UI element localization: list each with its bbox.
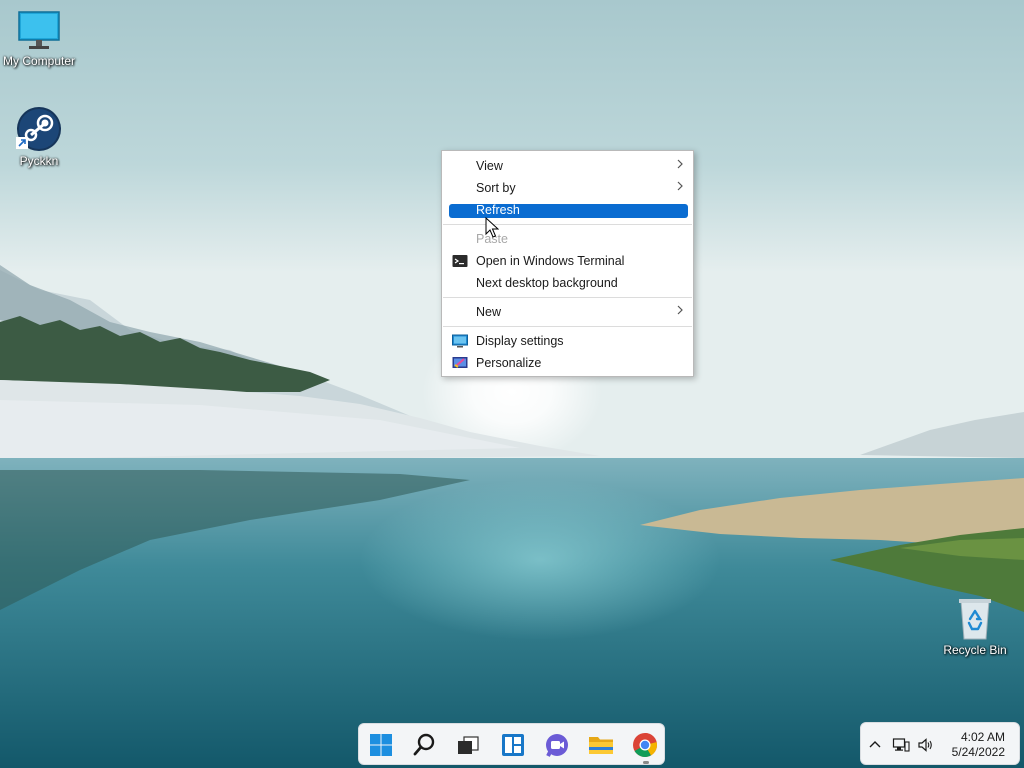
menu-item-next-background[interactable]: Next desktop background: [449, 276, 688, 291]
menu-item-label: Personalize: [476, 356, 542, 370]
chevron-right-icon: [677, 305, 683, 315]
clock-time: 4:02 AM: [960, 730, 1005, 744]
menu-item-new[interactable]: New: [449, 305, 688, 320]
recycle-bin-icon: [959, 599, 991, 640]
menu-item-label: Open in Windows Terminal: [476, 254, 625, 268]
start-icon[interactable]: [368, 732, 394, 758]
volume-icon[interactable]: [917, 736, 935, 754]
desktop-icon-label: Pyckkn: [19, 154, 59, 168]
chrome-icon[interactable]: [632, 732, 658, 758]
menu-item-label: Display settings: [476, 334, 564, 348]
desktop-context-menu: View Sort by Refresh Paste Open in Windo…: [441, 150, 694, 377]
monitor-icon: [18, 11, 60, 49]
search-icon[interactable]: [412, 732, 438, 758]
clock-date: 5/24/2022: [951, 745, 1005, 759]
taskbar: [358, 723, 665, 765]
terminal-icon: [452, 255, 468, 267]
clock[interactable]: 4:02 AM 5/24/2022: [952, 730, 1005, 760]
chevron-right-icon: [677, 159, 683, 169]
chevron-up-icon[interactable]: [866, 736, 884, 754]
menu-separator: [443, 224, 692, 225]
steam-icon: [16, 107, 61, 151]
menu-item-label: Sort by: [476, 181, 516, 195]
running-indicator: [643, 761, 649, 764]
menu-item-sort-by[interactable]: Sort by: [449, 181, 688, 196]
system-tray: 4:02 AM 5/24/2022: [860, 722, 1020, 765]
desktop-icon-label: My Computer: [2, 54, 76, 68]
menu-separator: [443, 297, 692, 298]
chevron-right-icon: [677, 181, 683, 191]
menu-separator: [443, 326, 692, 327]
menu-item-display-settings[interactable]: Display settings: [449, 334, 688, 349]
file-explorer-icon[interactable]: [588, 732, 614, 758]
desktop-wallpaper[interactable]: [0, 0, 1024, 768]
network-icon[interactable]: [892, 736, 910, 754]
desktop-icon-steam[interactable]: Pyckkn: [0, 106, 81, 168]
desktop-icon-label: Recycle Bin: [943, 643, 1007, 657]
menu-item-label: New: [476, 305, 502, 319]
menu-item-personalize[interactable]: Personalize: [449, 356, 688, 371]
task-view-icon[interactable]: [455, 732, 481, 758]
menu-item-label: Refresh: [476, 203, 520, 217]
menu-item-refresh[interactable]: Refresh: [449, 203, 688, 218]
menu-item-label: Next desktop background: [476, 276, 618, 290]
menu-item-view[interactable]: View: [449, 159, 688, 174]
menu-item-open-terminal[interactable]: Open in Windows Terminal: [449, 254, 688, 269]
menu-item-label: View: [476, 159, 503, 173]
chat-icon[interactable]: [544, 732, 570, 758]
mouse-cursor-icon: [485, 217, 499, 238]
widgets-icon[interactable]: [500, 732, 526, 758]
display-icon: [452, 334, 468, 348]
personalize-icon: [452, 357, 468, 368]
desktop-icon-my-computer[interactable]: My Computer: [0, 10, 81, 68]
desktop-icon-recycle-bin[interactable]: Recycle Bin: [933, 597, 1017, 657]
